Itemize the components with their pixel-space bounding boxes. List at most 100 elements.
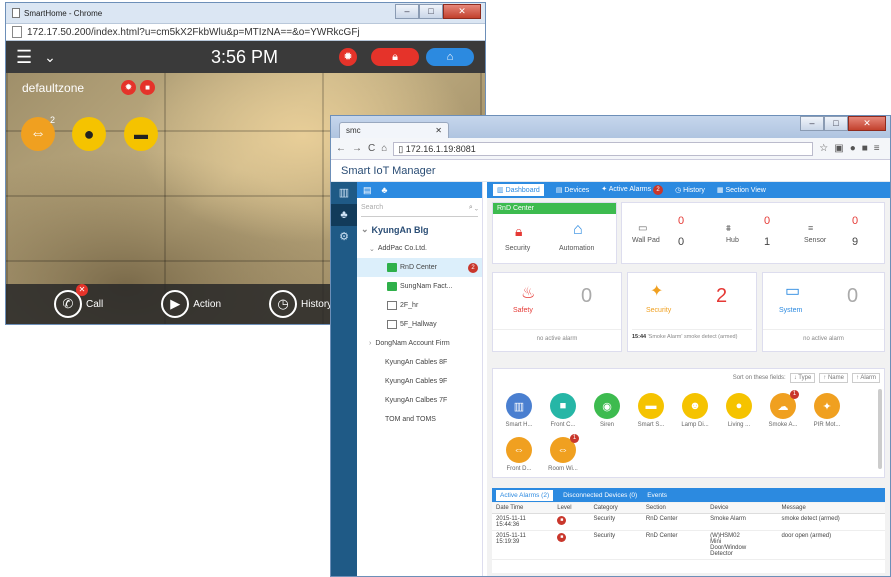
sort-type-button[interactable]: ↓ Type [789,373,816,383]
alarm-count-badge: 2 [653,185,664,195]
alarm-siren-icon[interactable]: ✹ [339,48,357,66]
table-cell: smoke detect (armed) [781,516,840,522]
chart-icon[interactable]: ▥ [331,182,357,204]
device-item[interactable]: ■ Front C... [541,393,585,428]
maximize-button[interactable]: □ [824,116,848,131]
bookmark-star-icon[interactable]: ☆ [819,143,828,154]
extension-icon-2[interactable]: ● [850,143,856,154]
sort-alarm-button[interactable]: ↑ Alarm [851,373,880,383]
tree-item-5f[interactable]: 5F_Hallway [357,315,482,334]
tab-active-alarms-list[interactable]: Active Alarms (2) [496,489,554,501]
back-icon[interactable]: ← [336,143,346,154]
device-count-badge: 2 [50,115,56,125]
home-icon[interactable]: ⌂ [573,221,583,239]
tab-active-alarms[interactable]: ✦ Active Alarms 2 [601,185,664,195]
lock-icon[interactable]: 🔒︎ [515,223,522,240]
forward-icon[interactable]: → [352,143,362,154]
table-cell: (W)HSM02 Mini Door/Window Detector [710,533,747,557]
device-item[interactable]: ◉ Siren [585,393,629,428]
table-row[interactable]: 2015-11-11 15:44:36 ■ Security RnD Center Sm… [492,514,885,531]
table-header[interactable]: Date Time [492,503,554,514]
maximize-button[interactable]: □ [419,4,443,19]
zone-alarm-icon[interactable]: ✹ [121,80,136,95]
home-button[interactable]: ⌂ [426,48,474,66]
tree-item-cables-9f[interactable]: KyungAn Cables 9F [357,372,482,391]
tree-item-sungnam[interactable]: SungNam Fact... [357,277,482,296]
table-header[interactable]: Section [641,503,707,514]
chevron-down-icon[interactable]: ⌄ [44,49,56,66]
home-icon[interactable]: ⌂ [381,143,387,154]
table-cell: Security [593,533,616,539]
tab-history[interactable]: ◷ History [675,186,705,194]
window-controls: – □ ✕ [800,116,886,131]
menu-icon[interactable]: ☰ [16,47,32,68]
device-item[interactable]: ☻ Lamp Di... [673,393,717,428]
tab-label: Dashboard [505,187,540,194]
device-item[interactable]: ✦ PIR Mot... [805,393,849,428]
call-button[interactable]: ✆ ✕ [54,284,88,318]
lock-button[interactable]: 🔒︎ [371,48,419,66]
floor-icon [387,301,397,310]
system-card[interactable]: ▭ System 0 no active alarm [762,272,885,352]
tree-item-root[interactable]: ⌄ KyungAn Blg [357,220,482,239]
tab-devices[interactable]: ▤ Devices [556,186,589,194]
sort-type-label: Type [798,375,812,381]
minimize-button[interactable]: – [395,4,419,19]
tree-view-icon[interactable]: ♣ [382,185,388,195]
gear-icon[interactable]: ⚙ [331,226,357,248]
device-item[interactable]: ⇔ 1 Room Wi... [541,434,585,472]
tree-label: 5F_Hallway [400,321,437,328]
table-row[interactable]: 2015-11-11 15:19:39 ■ Security RnD Center (W… [492,531,885,560]
safety-card[interactable]: ♨ Safety 0 no active alarm [492,272,622,352]
history-button[interactable]: ◷ [269,290,298,318]
section-icon [387,263,397,272]
close-button[interactable]: ✕ [848,116,886,131]
device-item[interactable]: ● Living ... [717,393,761,428]
address-bar[interactable]: ▯ 172.16.1.19:8081 [393,141,814,156]
menu-icon[interactable]: ≡ [874,143,880,154]
sort-name-button[interactable]: ↑ Name [819,373,848,383]
tree-item-tom[interactable]: TOM and TOMS [357,410,482,429]
tab-dashboard[interactable]: ▥ Dashboard [493,184,544,196]
close-button[interactable]: ✕ [443,4,481,19]
tree-item-2f[interactable]: 2F_hr [357,296,482,315]
device-item[interactable]: ▥ Smart H... [497,393,541,428]
search-icon[interactable]: ⌕ ⌄ [469,204,478,216]
address-bar[interactable]: 172.17.50.200/index.html?u=cm5kX2FkbWlu&… [6,23,485,41]
wallpad-label: Wall Pad [632,237,660,244]
tab-events[interactable]: Events [647,492,667,499]
reload-icon[interactable]: C [368,143,375,154]
extension-icon-3[interactable]: ■ [862,143,868,154]
minimize-button[interactable]: – [800,116,824,131]
table-header[interactable]: Level [553,503,590,514]
tree-item-cables-8f[interactable]: KyungAn Cables 8F [357,353,482,372]
lamp-icon[interactable]: ● [72,117,106,151]
device-item[interactable]: ▬ Smart S... [629,393,673,428]
device-item[interactable]: ⇔ Front D... [497,437,541,472]
tab-close-icon[interactable]: ✕ [435,126,442,135]
search-input[interactable]: Search ⌕ ⌄ [361,201,478,217]
security-card[interactable]: ✦ Security 2 15:44 'Smoke Alarm' smoke d… [627,272,757,352]
browser-tab[interactable]: smc ✕ [339,122,449,138]
tree-item-dongnam[interactable]: › DongNam Account Firm [357,334,482,353]
tree-item-company[interactable]: ⌄ AddPac Co.Ltd. [357,239,482,258]
table-header[interactable]: Category [589,503,642,514]
tree-item-rnd-center[interactable]: RnD Center 2 [357,258,482,277]
table-cell: door open (armed) [781,533,832,539]
list-view-icon[interactable]: ▤ [363,185,372,196]
zone-lock-icon[interactable]: ■ [140,80,155,95]
scrollbar[interactable] [878,389,882,469]
table-header-row: Date Time Level Category Section Device Messa… [492,503,885,514]
tab-disconnected-devices[interactable]: Disconnected Devices (0) [563,492,637,499]
device-item[interactable]: ☁ 1 Smoke A... [761,390,805,428]
tab-section-view[interactable]: ▦ Section View [717,186,766,194]
tree-tabs: ▤ ♣ [357,182,482,198]
tree-icon[interactable]: ♣ [331,204,357,226]
smart-switch-icon[interactable]: ▬ [124,117,158,151]
tree-item-cables-7f[interactable]: KyungAn Calbes 7F [357,391,482,410]
action-button[interactable]: ▶ [161,290,190,318]
table-header[interactable]: Message [777,503,885,514]
table-header[interactable]: Device [706,503,778,514]
left-sidebar: ▥ ♣ ⚙ [331,182,357,576]
extension-icon[interactable]: ▣ [834,143,843,154]
